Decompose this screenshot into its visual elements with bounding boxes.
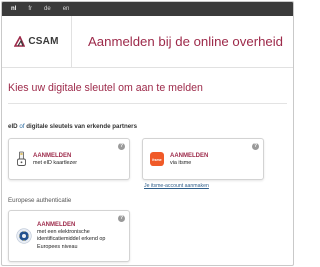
european-card-label: AANMELDEN xyxy=(37,222,76,228)
itsme-card-text: AANMELDEN via itsme xyxy=(170,152,208,167)
eid-card-label: AANMELDEN xyxy=(33,153,72,159)
section-prefix: eID xyxy=(8,123,18,130)
itsme-card-sub: via itsme xyxy=(170,160,192,167)
lang-de[interactable]: de xyxy=(44,6,51,12)
help-icon[interactable]: ? xyxy=(252,143,259,150)
section-title-european: Europese authenticatie xyxy=(8,197,72,204)
section-title-partners: eID of digitale sleutels van erkende par… xyxy=(8,123,137,130)
european-card-sub: met een elektronische identificatiemidde… xyxy=(37,229,106,250)
european-login-card[interactable]: ? AANMELDEN met een elektronische identi… xyxy=(8,210,130,262)
header: CSAM Aanmelden bij de online overheid xyxy=(2,16,293,68)
create-itsme-account-link[interactable]: Je itsme-account aanmaken xyxy=(144,183,209,189)
section-of: of xyxy=(19,123,25,130)
eid-login-card[interactable]: ? AANMELDEN met eID kaartlezer xyxy=(8,138,130,180)
help-icon[interactable]: ? xyxy=(118,143,125,150)
csam-logo-text: CSAM xyxy=(28,36,59,47)
csam-logo-icon xyxy=(14,36,26,47)
section-rest: digitale sleutels van erkende partners xyxy=(26,123,138,130)
header-title: Aanmelden bij de online overheid xyxy=(88,34,284,49)
european-card-text: AANMELDEN met een elektronische identifi… xyxy=(37,221,123,251)
itsme-logo-text: itsme xyxy=(152,158,161,162)
itsme-logo-icon: itsme xyxy=(150,152,164,166)
lang-nl[interactable]: nl xyxy=(11,6,16,12)
card-reader-icon xyxy=(17,151,26,166)
itsme-card-label: AANMELDEN xyxy=(170,153,209,159)
eu-authentication-icon xyxy=(16,228,32,244)
csam-logo: CSAM xyxy=(2,16,72,67)
eid-card-text: AANMELDEN met eID kaartlezer xyxy=(33,152,77,167)
language-bar: nl fr de en xyxy=(2,2,293,16)
eid-card-sub: met eID kaartlezer xyxy=(33,160,78,167)
divider xyxy=(8,103,287,104)
lang-fr[interactable]: fr xyxy=(28,6,32,12)
lang-en[interactable]: en xyxy=(63,6,70,12)
page-title: Kies uw digitale sleutel om aan te melde… xyxy=(8,82,203,94)
login-page: nl fr de en CSAM Aanmelden bij de online… xyxy=(1,1,294,266)
itsme-login-card[interactable]: ? itsme AANMELDEN via itsme xyxy=(142,138,264,180)
